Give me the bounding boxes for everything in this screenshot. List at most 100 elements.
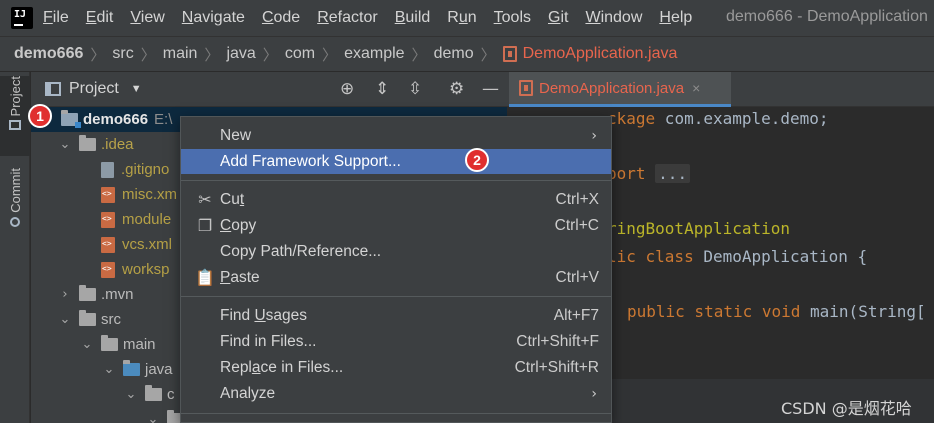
- menu-item-paste[interactable]: 📋 Paste Ctrl+V: [181, 265, 611, 290]
- tree-root-path: E:\: [154, 111, 173, 128]
- menu-item-find-in-files[interactable]: Find in Files... Ctrl+Shift+F: [181, 329, 611, 354]
- menu-view[interactable]: View: [130, 9, 172, 27]
- menu-code[interactable]: Code: [262, 9, 308, 27]
- folder-icon: [145, 385, 162, 401]
- breadcrumb-src[interactable]: src: [112, 45, 133, 63]
- menu-help[interactable]: Help: [659, 9, 700, 27]
- intellij-logo-icon[interactable]: IJ: [9, 5, 35, 31]
- breadcrumb-separator-icon: 〉: [411, 46, 427, 64]
- chevron-down-icon[interactable]: ⌄: [79, 337, 95, 352]
- project-panel-title[interactable]: Project: [69, 80, 119, 98]
- breadcrumb-com[interactable]: com: [285, 45, 315, 63]
- code-line-annotation: ringBootApplication: [607, 219, 791, 238]
- crosshair-icon[interactable]: ⊕: [340, 81, 354, 98]
- project-tool-tab[interactable]: Project: [0, 76, 30, 156]
- menu-item-replace-in-files[interactable]: Replace in Files... Ctrl+Shift+R: [181, 355, 611, 380]
- xml-file-icon: [101, 236, 115, 253]
- breadcrumb-separator-icon: 〉: [90, 46, 106, 64]
- menu-bar: IJ File Edit View Navigate Code Refactor…: [0, 0, 934, 36]
- expand-all-icon[interactable]: ⇕: [375, 81, 389, 98]
- code-line-package: ckage com.example.demo;: [607, 109, 829, 128]
- tree-item-label: .idea: [101, 136, 134, 153]
- menu-item-new[interactable]: New ›: [181, 123, 611, 148]
- tree-item-label: java: [145, 361, 173, 378]
- chevron-down-icon[interactable]: ⌄: [101, 362, 117, 377]
- menu-refactor[interactable]: Refactor: [317, 9, 385, 27]
- tree-item-label: src: [101, 311, 121, 328]
- editor-tab-demoapplication[interactable]: DemoApplication.java ×: [509, 72, 731, 107]
- copy-icon: ❐: [197, 216, 213, 235]
- commit-icon: [10, 216, 20, 227]
- breadcrumb-separator-icon: 〉: [262, 46, 278, 64]
- menu-window[interactable]: Window: [585, 9, 650, 27]
- project-panel-icon: [45, 82, 61, 96]
- project-tool-label: Project: [7, 76, 23, 117]
- java-file-icon: [519, 80, 533, 96]
- chevron-down-icon[interactable]: ⌄: [145, 412, 161, 423]
- xml-file-icon: [101, 211, 115, 228]
- minimize-icon[interactable]: —: [482, 81, 499, 98]
- code-line-import: port ...: [607, 164, 691, 188]
- watermark-text: CSDN @是烟花哈: [781, 399, 912, 418]
- tree-item-label: .mvn: [101, 286, 134, 303]
- menu-run[interactable]: Run: [447, 9, 484, 27]
- menu-separator: [181, 180, 611, 181]
- breadcrumb-example[interactable]: example: [344, 45, 404, 63]
- editor-tab-bar: DemoApplication.java ×: [507, 72, 934, 107]
- source-folder-icon: [123, 360, 140, 376]
- code-line-main: public static void main(String[: [627, 302, 926, 321]
- step-badge-1: 1: [28, 104, 52, 128]
- xml-file-icon: [101, 186, 115, 203]
- chevron-down-icon[interactable]: ⌄: [123, 387, 139, 402]
- menu-tools[interactable]: Tools: [494, 9, 539, 27]
- folder-icon: [79, 135, 96, 151]
- module-folder-icon: [61, 110, 81, 128]
- commit-tool-label: Commit: [7, 168, 23, 213]
- java-file-icon: [502, 46, 517, 62]
- window-title: demo666 - DemoApplication: [726, 8, 928, 25]
- breadcrumb-separator-icon: 〉: [480, 46, 496, 64]
- breadcrumb-project[interactable]: demo666: [14, 45, 83, 63]
- tree-item-label: worksp: [122, 261, 170, 278]
- menu-edit[interactable]: Edit: [86, 9, 122, 27]
- tree-root-name: demo666: [83, 111, 149, 128]
- step-badge-2: 2: [465, 148, 489, 172]
- breadcrumb-separator-icon: 〉: [204, 46, 220, 64]
- breadcrumb-demo[interactable]: demo: [434, 45, 474, 63]
- commit-tool-tab[interactable]: Commit: [0, 168, 30, 248]
- menu-item-add-framework-support[interactable]: Add Framework Support...: [181, 149, 611, 174]
- menu-build[interactable]: Build: [395, 9, 439, 27]
- menu-git[interactable]: Git: [548, 9, 576, 27]
- chevron-down-icon[interactable]: ▼: [131, 83, 142, 95]
- breadcrumb-active-file[interactable]: DemoApplication.java: [523, 45, 678, 63]
- menu-item-find-usages[interactable]: Find Usages Alt+F7: [181, 303, 611, 328]
- menu-item-analyze[interactable]: Analyze ›: [181, 381, 611, 406]
- editor-tab-label: DemoApplication.java: [539, 79, 685, 97]
- chevron-right-icon[interactable]: ›: [57, 287, 73, 302]
- breadcrumb-separator-icon: 〉: [322, 46, 338, 64]
- breadcrumb-separator-icon: 〉: [140, 46, 156, 64]
- folder-icon: [79, 310, 96, 326]
- chevron-right-icon: ›: [591, 127, 597, 144]
- file-icon: [101, 161, 114, 178]
- menu-separator: [181, 413, 611, 414]
- menu-file[interactable]: File: [43, 9, 77, 27]
- menu-item-cut[interactable]: ✂ Cut Ctrl+X: [181, 187, 611, 212]
- breadcrumb: demo666 〉 src 〉 main 〉 java 〉 com 〉 exam…: [0, 36, 934, 71]
- close-icon[interactable]: ×: [692, 80, 700, 96]
- left-tool-strip: Project Commit: [0, 72, 30, 423]
- xml-file-icon: [101, 261, 115, 278]
- code-line-class: lic class DemoApplication {: [607, 247, 868, 266]
- chevron-down-icon[interactable]: ⌄: [57, 137, 73, 152]
- menu-item-copy-path[interactable]: Copy Path/Reference...: [181, 239, 611, 264]
- menu-navigate[interactable]: Navigate: [182, 9, 253, 27]
- breadcrumb-main[interactable]: main: [163, 45, 198, 63]
- folder-icon: [9, 120, 21, 131]
- collapse-all-icon[interactable]: ⇳: [408, 81, 422, 98]
- menu-item-copy[interactable]: ❐ Copy Ctrl+C: [181, 213, 611, 238]
- chevron-down-icon[interactable]: ⌄: [57, 312, 73, 327]
- folder-icon: [79, 285, 96, 301]
- breadcrumb-java[interactable]: java: [226, 45, 255, 63]
- gear-icon[interactable]: ⚙: [449, 81, 464, 98]
- tree-item-label: .gitigno: [121, 161, 170, 178]
